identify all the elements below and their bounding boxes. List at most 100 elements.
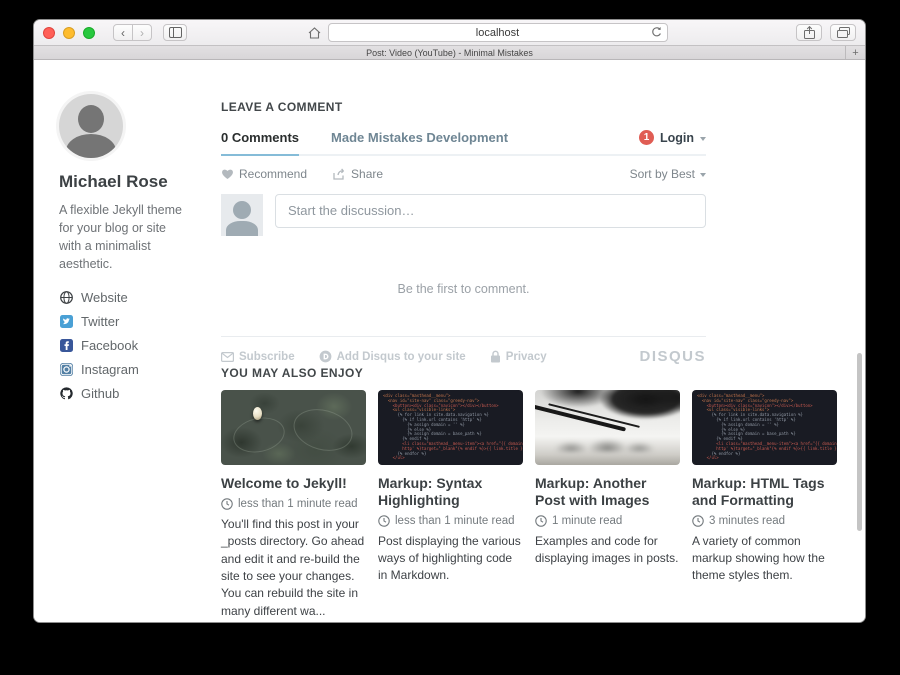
read-time: 3 minutes read	[709, 515, 785, 527]
instagram-icon	[59, 362, 73, 376]
clock-icon	[221, 498, 233, 510]
forward-button[interactable]: ›	[132, 24, 152, 41]
disqus-action-row: Recommend Share Sort by Best	[221, 167, 706, 181]
author-avatar	[59, 94, 123, 158]
tab-overview-button[interactable]	[830, 24, 856, 41]
author-sidebar: Michael Rose A flexible Jekyll theme for…	[59, 94, 191, 410]
globe-icon	[59, 290, 73, 304]
post-excerpt: You'll find this post in your _posts dir…	[221, 516, 366, 620]
sort-dropdown[interactable]: Sort by Best	[630, 167, 706, 181]
close-window-button[interactable]	[43, 27, 55, 39]
comments-section: LEAVE A COMMENT 0 Comments Made Mistakes…	[221, 100, 706, 365]
vertical-scrollbar[interactable]	[857, 353, 862, 531]
author-name: Michael Rose	[59, 172, 191, 192]
sort-label: Sort by Best	[630, 167, 695, 181]
related-heading: YOU MAY ALSO ENJOY	[221, 366, 837, 380]
post-thumbnail-code: <div class="masthead__menu"> <nav id="si…	[378, 390, 523, 465]
tabs-icon	[837, 27, 850, 38]
home-button[interactable]	[308, 27, 321, 39]
tab-bar: Post: Video (YouTube) - Minimal Mistakes…	[34, 46, 865, 60]
post-meta: 3 minutes read	[692, 515, 837, 527]
sidebar-toggle-button[interactable]	[163, 24, 187, 41]
share-button[interactable]	[796, 24, 822, 41]
add-disqus-link[interactable]: Add Disqus to your site	[319, 350, 466, 363]
disqus-footer-divider	[221, 336, 706, 337]
sidebar-item-github[interactable]: Github	[59, 386, 191, 401]
reload-button[interactable]	[651, 26, 662, 38]
post-title[interactable]: Markup: HTML Tags and Formatting	[692, 475, 837, 509]
notification-badge: 1	[639, 130, 654, 145]
login-control[interactable]: 1 Login	[639, 130, 706, 154]
commenter-avatar	[221, 194, 263, 236]
chevron-down-icon	[700, 137, 706, 141]
sidebar-item-facebook[interactable]: Facebook	[59, 338, 191, 353]
zoom-window-button[interactable]	[83, 27, 95, 39]
link-label: Twitter	[81, 314, 119, 329]
page-content: Michael Rose A flexible Jekyll theme for…	[34, 60, 865, 622]
recommend-button[interactable]: Recommend	[221, 167, 307, 181]
related-card-html-tags-formatting[interactable]: <div class="masthead__menu"> <nav id="si…	[692, 390, 837, 620]
link-label: Instagram	[81, 362, 139, 377]
post-meta: less than 1 minute read	[221, 498, 366, 510]
related-card-syntax-highlighting[interactable]: <div class="masthead__menu"> <nav id="si…	[378, 390, 523, 620]
active-tab-title[interactable]: Post: Video (YouTube) - Minimal Mistakes	[366, 48, 533, 58]
post-excerpt: Post displaying the various ways of high…	[378, 533, 523, 585]
tab-community[interactable]: Made Mistakes Development	[331, 130, 508, 154]
post-thumbnail-fog	[535, 390, 680, 465]
twitter-icon	[59, 314, 73, 328]
post-meta: less than 1 minute read	[378, 515, 523, 527]
author-bio: A flexible Jekyll theme for your blog or…	[59, 201, 191, 274]
disqus-tab-row: 0 Comments Made Mistakes Development 1 L…	[221, 130, 706, 156]
read-time: less than 1 minute read	[238, 498, 358, 510]
forward-icon: ›	[140, 26, 144, 40]
browser-window: ‹ › localhost Post: Video (YouTube) - Mi…	[33, 19, 866, 623]
post-title[interactable]: Markup: Another Post with Images	[535, 475, 680, 509]
author-links: Website Twitter Facebook	[59, 290, 191, 401]
address-bar[interactable]: localhost	[328, 23, 668, 42]
disqus-footer: Subscribe Add Disqus to your site Privac…	[221, 348, 706, 365]
read-time: less than 1 minute read	[395, 515, 515, 527]
recommend-label: Recommend	[239, 167, 307, 181]
tab-comments-count[interactable]: 0 Comments	[221, 130, 299, 156]
related-posts-section: YOU MAY ALSO ENJOY Welcome to Jekyll! le…	[221, 366, 837, 620]
heart-icon	[221, 168, 234, 180]
chevron-down-icon	[700, 173, 706, 177]
clock-icon	[378, 515, 390, 527]
window-controls	[43, 27, 95, 39]
nav-buttons: ‹ ›	[113, 24, 152, 41]
sidebar-item-twitter[interactable]: Twitter	[59, 314, 191, 329]
share-icon	[804, 26, 815, 39]
home-icon	[308, 27, 321, 39]
clock-icon	[535, 515, 547, 527]
subscribe-label: Subscribe	[239, 351, 295, 363]
post-excerpt: Examples and code for displaying images …	[535, 533, 680, 568]
browser-toolbar: ‹ › localhost	[34, 20, 865, 46]
sidebar-item-instagram[interactable]: Instagram	[59, 362, 191, 377]
post-title[interactable]: Welcome to Jekyll!	[221, 475, 366, 492]
post-title[interactable]: Markup: Syntax Highlighting	[378, 475, 523, 509]
reload-icon	[651, 26, 662, 38]
related-card-another-post-with-images[interactable]: Markup: Another Post with Images 1 minut…	[535, 390, 680, 620]
new-tab-button[interactable]: +	[845, 46, 865, 59]
related-card-welcome-to-jekyll[interactable]: Welcome to Jekyll! less than 1 minute re…	[221, 390, 366, 620]
link-label: Website	[81, 290, 128, 305]
sidebar-item-website[interactable]: Website	[59, 290, 191, 305]
privacy-label: Privacy	[506, 351, 547, 363]
subscribe-link[interactable]: Subscribe	[221, 351, 295, 363]
facebook-icon	[59, 338, 73, 352]
comments-heading: LEAVE A COMMENT	[221, 100, 706, 114]
share-comments-button[interactable]: Share	[333, 167, 383, 181]
share-label: Share	[351, 167, 383, 181]
post-meta: 1 minute read	[535, 515, 680, 527]
lock-icon	[490, 350, 501, 363]
back-icon: ‹	[121, 26, 125, 40]
sidebar-icon	[169, 27, 182, 38]
privacy-link[interactable]: Privacy	[490, 350, 547, 363]
comment-form: Start the discussion…	[221, 194, 706, 236]
read-time: 1 minute read	[552, 515, 622, 527]
back-button[interactable]: ‹	[113, 24, 133, 41]
minimize-window-button[interactable]	[63, 27, 75, 39]
comment-input[interactable]: Start the discussion…	[275, 194, 706, 228]
post-thumbnail-moss	[221, 390, 366, 465]
link-label: Facebook	[81, 338, 138, 353]
